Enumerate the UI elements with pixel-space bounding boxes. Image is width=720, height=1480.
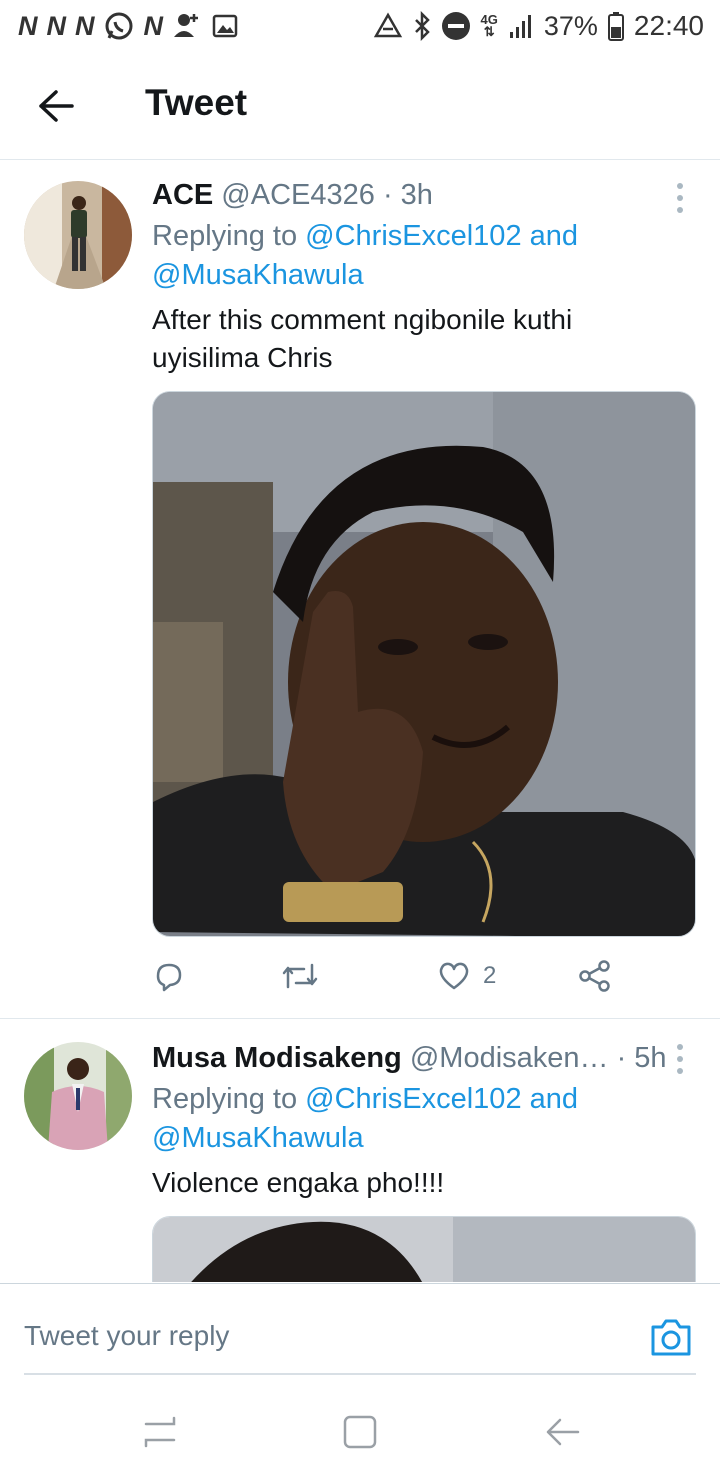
more-options-icon[interactable] bbox=[674, 1044, 686, 1074]
author-handle[interactable]: @Modisaken… bbox=[410, 1042, 609, 1074]
more-options-icon[interactable] bbox=[674, 183, 686, 213]
camera-icon bbox=[651, 1319, 691, 1356]
reply-composer: Tweet your reply bbox=[0, 1283, 720, 1389]
retweet-button[interactable] bbox=[280, 956, 320, 996]
reply-button[interactable] bbox=[152, 956, 186, 996]
tweet-media-image[interactable] bbox=[152, 1216, 696, 1282]
avatar[interactable] bbox=[24, 181, 132, 289]
avatar-photo bbox=[24, 1042, 132, 1150]
replying-to: Replying to @ChrisExcel102 and @MusaKhaw… bbox=[152, 1083, 579, 1154]
back-arrow-icon bbox=[39, 90, 74, 122]
gallery-icon bbox=[212, 14, 238, 38]
mention-link[interactable]: @ChrisExcel102 bbox=[305, 220, 521, 252]
mention-link[interactable]: @MusaKhawula bbox=[152, 1122, 364, 1154]
tweet-time: · 3h bbox=[382, 179, 433, 211]
tweet-body: Musa Modisakeng @Modisaken… · 5h Replyin… bbox=[152, 1040, 696, 1202]
notification-n-icon: N bbox=[75, 10, 94, 41]
status-bar: N N N N 4G ⇅ 37% 22:40 bbox=[0, 0, 720, 52]
recents-icon bbox=[144, 1416, 176, 1448]
whatsapp-icon bbox=[105, 12, 132, 40]
battery-icon bbox=[607, 12, 624, 41]
network-type: 4G ⇅ bbox=[480, 12, 498, 39]
mention-link[interactable]: @MusaKhawula bbox=[152, 259, 364, 291]
tweet-item[interactable]: ACE @ACE4326 · 3h Replying to @ChrisExce… bbox=[0, 161, 720, 1019]
meme-photo bbox=[153, 392, 695, 936]
add-contact-icon bbox=[174, 14, 198, 37]
back-button[interactable] bbox=[34, 86, 78, 126]
system-back-button[interactable] bbox=[542, 1412, 582, 1452]
tweet-media-image[interactable] bbox=[152, 391, 696, 937]
system-nav-bar bbox=[0, 1390, 720, 1480]
camera-button[interactable] bbox=[648, 1314, 694, 1360]
reply-divider bbox=[24, 1373, 696, 1375]
mention-link[interactable]: @ChrisExcel102 bbox=[305, 1083, 521, 1115]
tweet-body: ACE @ACE4326 · 3h Replying to @ChrisExce… bbox=[152, 177, 696, 377]
tweet-header: ACE @ACE4326 · 3h bbox=[152, 177, 696, 213]
status-right: 4G ⇅ 37% 22:40 bbox=[373, 10, 704, 42]
do-not-disturb-icon bbox=[441, 12, 470, 40]
heart-icon bbox=[439, 962, 469, 990]
author-handle[interactable]: @ACE4326 bbox=[221, 179, 375, 211]
avatar-photo bbox=[24, 181, 132, 289]
tweet-actions: 2 bbox=[152, 956, 632, 996]
tweet-item[interactable]: Musa Modisakeng @Modisaken… · 5h Replyin… bbox=[0, 1020, 720, 1282]
avatar[interactable] bbox=[24, 1042, 132, 1150]
notification-n-icon: N bbox=[143, 10, 163, 41]
tweet-text: Violence engaka pho!!!! bbox=[152, 1167, 445, 1198]
reply-input[interactable]: Tweet your reply bbox=[24, 1320, 229, 1352]
status-left: N N N N bbox=[18, 11, 238, 42]
home-button[interactable] bbox=[340, 1412, 380, 1452]
battery-percent: 37% bbox=[543, 10, 598, 41]
tweet-text: After this comment ngibonile kuthi uyisi… bbox=[152, 304, 573, 373]
share-button[interactable] bbox=[578, 956, 612, 996]
share-icon bbox=[579, 960, 610, 992]
tweet-time: · 5h bbox=[616, 1042, 667, 1074]
app-header: Tweet bbox=[0, 52, 720, 160]
retweet-icon bbox=[282, 963, 318, 989]
like-count: 2 bbox=[483, 962, 497, 989]
tweet-header: Musa Modisakeng @Modisaken… · 5h bbox=[152, 1040, 696, 1076]
notification-n-icon: N bbox=[46, 10, 66, 41]
system-back-icon bbox=[546, 1418, 580, 1446]
recycle-icon bbox=[373, 12, 402, 38]
author-name[interactable]: ACE bbox=[152, 179, 213, 211]
media-photo bbox=[153, 1217, 695, 1282]
page-title: Tweet bbox=[145, 82, 248, 123]
author-name[interactable]: Musa Modisakeng bbox=[152, 1042, 402, 1074]
signal-icon bbox=[509, 15, 531, 38]
clock: 22:40 bbox=[633, 10, 704, 41]
like-button[interactable]: 2 bbox=[437, 956, 496, 996]
reply-icon bbox=[156, 963, 182, 992]
recents-button[interactable] bbox=[140, 1412, 180, 1452]
notification-n-icon: N bbox=[18, 10, 37, 41]
bluetooth-icon bbox=[414, 11, 430, 41]
replying-to: Replying to @ChrisExcel102 and @MusaKhaw… bbox=[152, 220, 579, 291]
home-icon bbox=[343, 1415, 377, 1449]
